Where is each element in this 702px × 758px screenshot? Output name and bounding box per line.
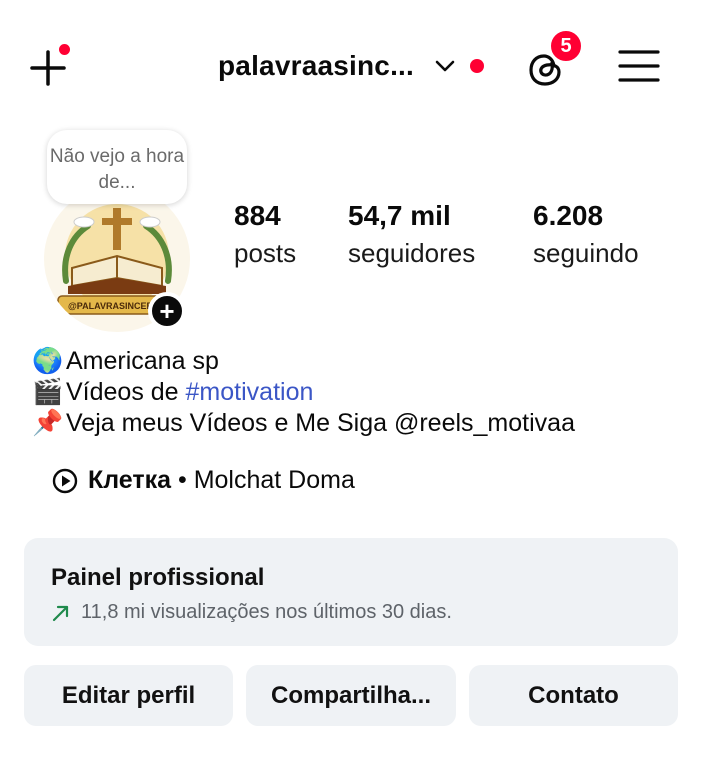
panel-title: Painel profissional <box>51 564 265 591</box>
globe-icon: 🌍 <box>32 347 64 375</box>
add-story-button[interactable]: + <box>148 292 186 330</box>
create-notification-dot <box>57 42 72 57</box>
song-title: Клетка <box>88 466 172 494</box>
followers-label: seguidores <box>348 238 476 268</box>
panel-subtitle: 11,8 mi visualizações nos últimos 30 dia… <box>81 601 452 623</box>
followers-stat[interactable]: 54,7 mil seguidores <box>348 198 475 272</box>
following-count: 6.208 <box>533 200 604 231</box>
bio: 🌍 Americana sp 🎬 Vídeos de #motivation 📌 Ve… <box>32 346 575 439</box>
contact-button[interactable]: Contato <box>469 665 678 726</box>
bio-line-location: 🌍 Americana sp <box>32 346 575 377</box>
posts-count: 884 <box>234 200 281 231</box>
hashtag-link[interactable]: #motivation <box>186 378 314 406</box>
note-bubble[interactable]: Não vejo a hora de... <box>47 130 187 204</box>
bio-location-text: Americana sp <box>66 347 219 375</box>
professional-dashboard[interactable]: Painel profissional 11,8 mi visualizaçõe… <box>24 538 678 646</box>
top-bar: palavraasinc... 5 <box>0 0 702 135</box>
username: palavraasinc... <box>218 50 415 81</box>
bio-line-follow: 📌 Veja meus Vídeos e Me Siga @reels_motiv… <box>32 408 575 439</box>
account-notification-dot <box>470 59 485 73</box>
clapperboard-icon: 🎬 <box>32 378 64 406</box>
bio-line-videos: 🎬 Vídeos de #motivation <box>32 377 575 408</box>
menu-button[interactable] <box>618 46 660 86</box>
bio-videos-text: Vídeos de <box>66 378 186 406</box>
bio-follow-text: Veja meus Vídeos e Me Siga @reels_motiva… <box>66 409 575 437</box>
pushpin-icon: 📌 <box>32 409 64 437</box>
trending-up-icon <box>52 605 69 621</box>
share-profile-button[interactable]: Compartilha... <box>246 665 456 726</box>
music-separator: • <box>171 466 194 494</box>
notification-badge: 5 <box>548 28 584 64</box>
hamburger-menu-icon <box>618 50 660 82</box>
posts-stat[interactable]: 884 posts <box>234 198 296 272</box>
profile-music[interactable]: Клетка • Molchat Doma <box>52 466 355 495</box>
following-label: seguindo <box>533 238 639 268</box>
play-circle-icon <box>52 468 78 493</box>
chevron-down-icon <box>435 60 455 72</box>
account-switcher[interactable]: palavraasinc... <box>218 50 485 82</box>
plus-icon: + <box>159 295 175 326</box>
posts-label: posts <box>234 238 297 268</box>
artist-name: Molchat Doma <box>193 466 355 494</box>
following-stat[interactable]: 6.208 seguindo <box>533 198 639 272</box>
followers-count: 54,7 mil <box>348 200 451 231</box>
panel-subtitle-row: 11,8 mi visualizações nos últimos 30 dia… <box>51 601 452 624</box>
edit-profile-button[interactable]: Editar perfil <box>24 665 233 726</box>
